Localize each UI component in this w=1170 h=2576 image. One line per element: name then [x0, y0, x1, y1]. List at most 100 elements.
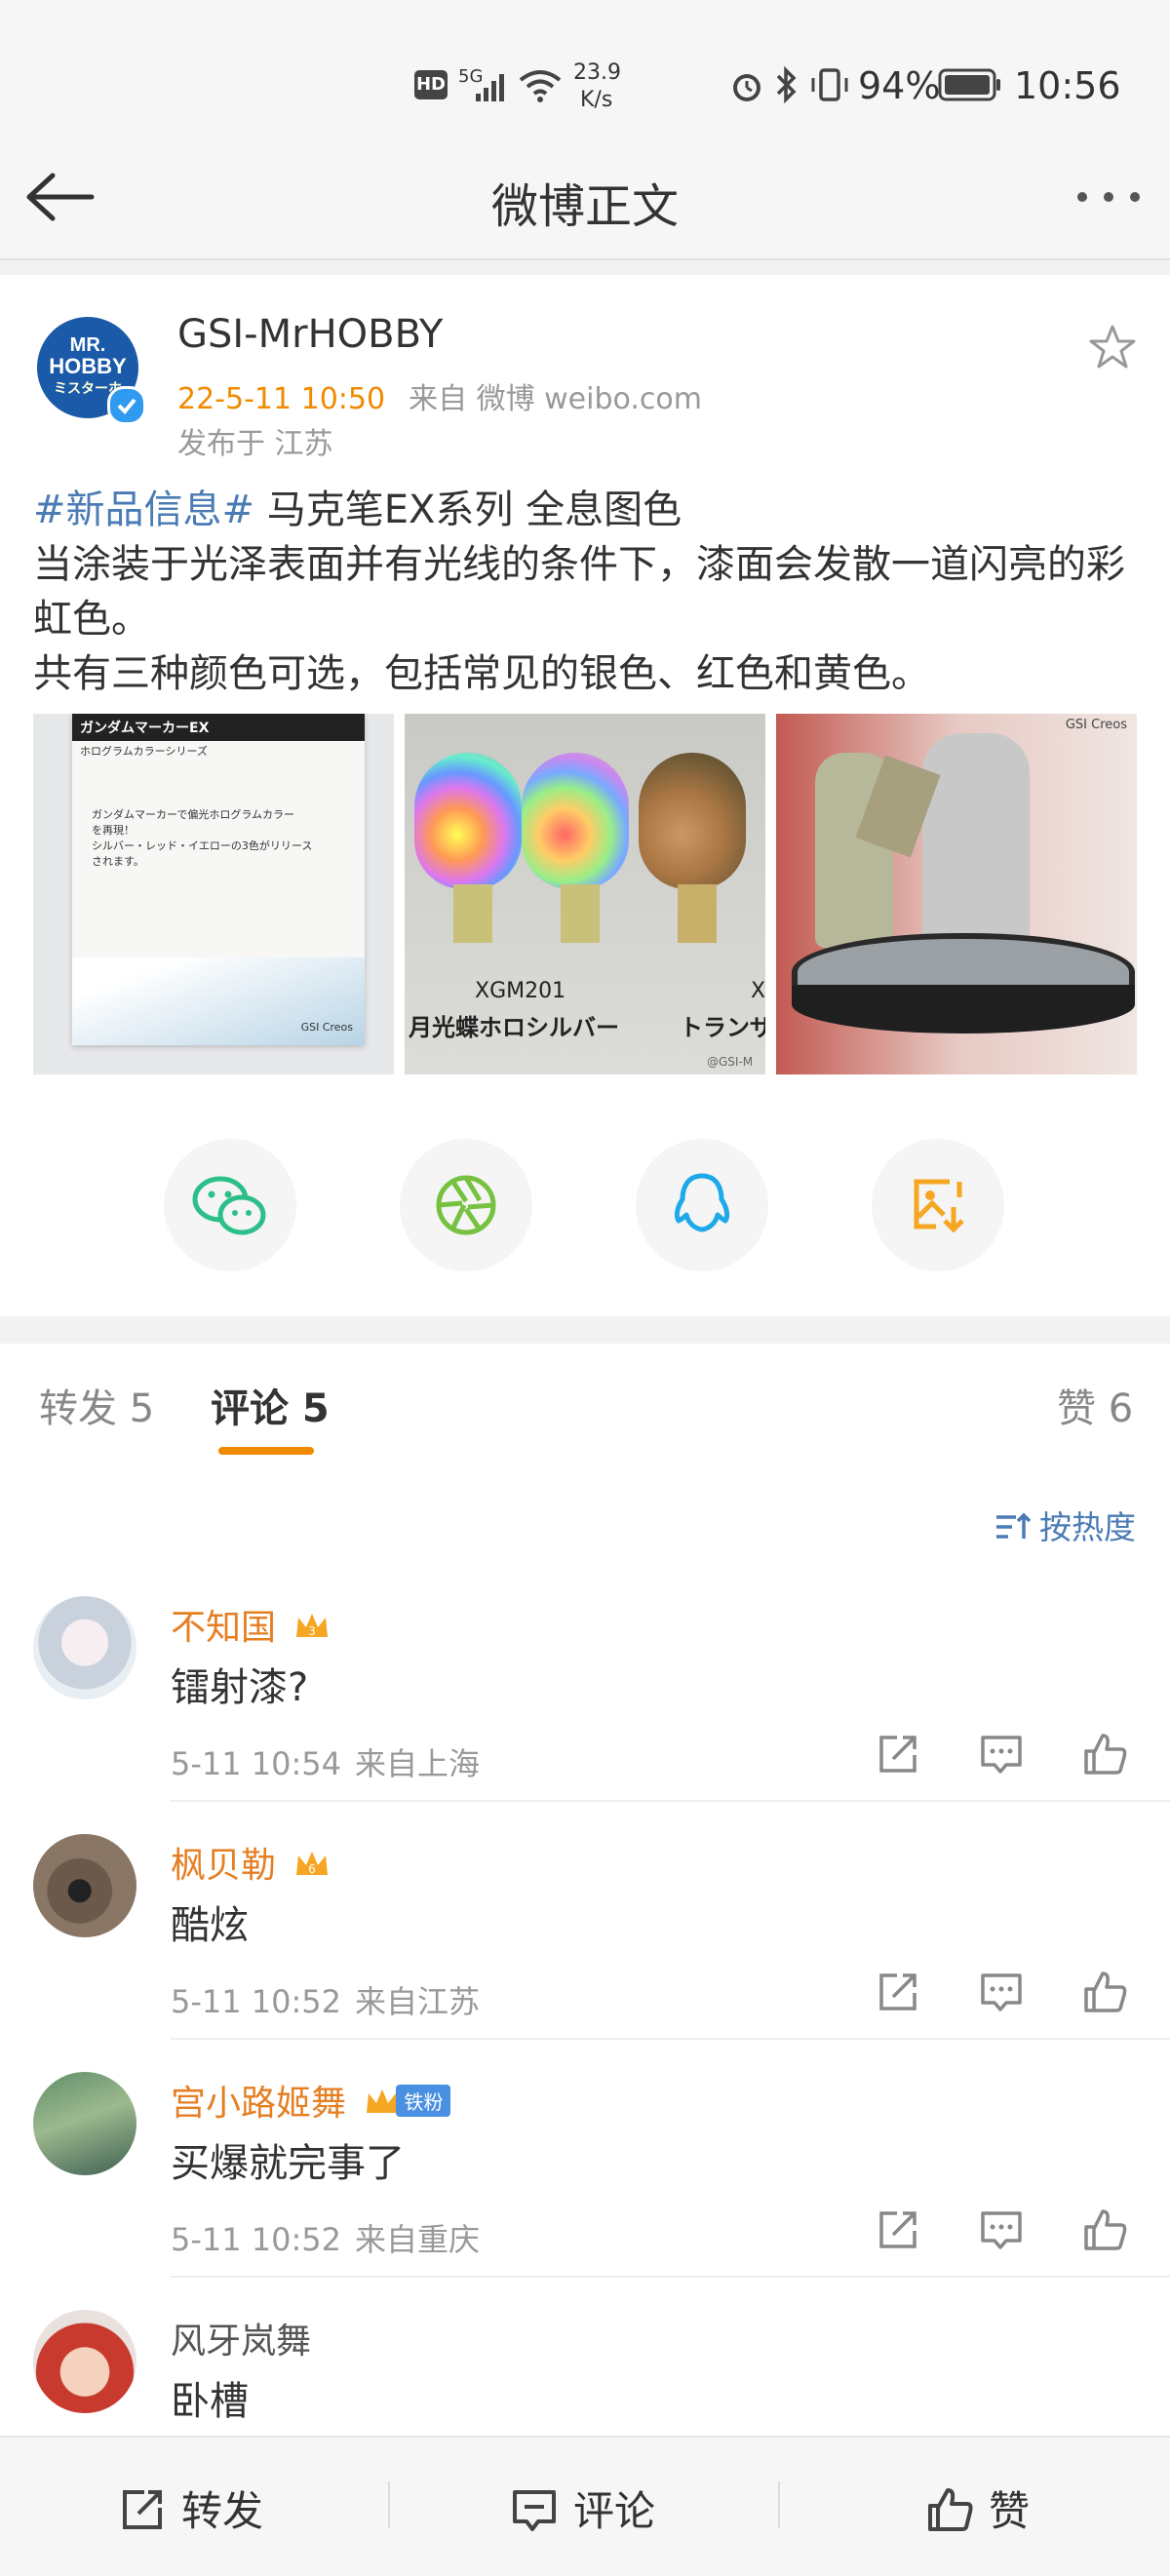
image1-brand: GSI Creos	[300, 1021, 353, 1034]
comment-like-icon[interactable]	[1082, 1970, 1127, 2014]
comment-location: 来自重庆	[355, 2221, 481, 2258]
image2-code2: X	[751, 979, 765, 1003]
post-image-1[interactable]: ガンダムマーカーEX ホログラムカラーシリーズ ガンダムマーカーで偏光ホログラム…	[33, 714, 394, 1074]
share-wechat-button[interactable]	[164, 1139, 296, 1271]
comment-text: 买爆就完事了	[171, 2141, 405, 2186]
comment-username[interactable]: 不知国 3	[171, 1599, 332, 1650]
comment-divider	[171, 2276, 1170, 2278]
save-image-button[interactable]	[872, 1139, 1004, 1271]
image2-label2: トランザ	[680, 1014, 765, 1041]
avatar-logo-line2: HOBBY	[49, 354, 127, 378]
vibrate-icon	[811, 68, 848, 101]
comment-time: 5-11 10:54	[171, 1745, 342, 1782]
page-title: 微博正文	[490, 179, 679, 234]
image1-text4: されます。	[92, 855, 144, 868]
bottom-comment-button[interactable]: 评论	[509, 2478, 655, 2538]
image2-label: 月光蝶ホロシルバー	[409, 1014, 619, 1041]
thumbs-up-icon	[928, 2488, 973, 2531]
battery-icon	[938, 68, 1000, 101]
comment-username[interactable]: 枫贝勒 6	[171, 1837, 332, 1888]
comment-username[interactable]: 宫小路姬舞 铁粉	[171, 2075, 451, 2126]
image1-text2: を再現！	[92, 824, 135, 837]
wifi-icon	[519, 70, 562, 102]
post-image-3[interactable]: GSI Creos	[776, 714, 1137, 1074]
signal-icon	[476, 74, 504, 101]
net-speed-value: 23.9	[573, 60, 621, 85]
comment-text: 卧槽	[171, 2379, 249, 2424]
image1-subtitle: ホログラムカラーシリーズ	[80, 745, 208, 758]
comment-time: 5-11 10:52	[171, 2221, 342, 2258]
comment-reply-icon[interactable]	[979, 1970, 1024, 2014]
image3-brand: GSI Creos	[1065, 718, 1127, 732]
avatar-logo-line1: MR.	[69, 334, 106, 356]
comment-time: 5-11 10:52	[171, 1983, 342, 2020]
tab-comment[interactable]: 评论 5	[211, 1377, 330, 1433]
image2-watermark: @GSI-M	[707, 1055, 754, 1069]
sort-hot-button[interactable]: 按热度	[994, 1502, 1136, 1548]
svg-text:3: 3	[309, 1624, 317, 1638]
share-qq-button[interactable]	[636, 1139, 768, 1271]
comment-repost-icon[interactable]	[876, 2207, 920, 2252]
comment-username[interactable]: 风牙岚舞	[171, 2313, 311, 2363]
comment-like-icon[interactable]	[1082, 1732, 1127, 1776]
post-image-2[interactable]: XGM201 X 月光蝶ホロシルバー トランザ @GSI-M	[405, 714, 765, 1074]
comment-reply-icon[interactable]	[979, 2207, 1024, 2252]
post-location: 发布于 江苏	[177, 427, 333, 461]
crown-badge-icon: 6	[292, 1846, 332, 1881]
comment-reply-icon[interactable]	[979, 1732, 1024, 1776]
post-source: 来自 微博 weibo.com	[409, 382, 702, 416]
comment-repost-icon[interactable]	[876, 1732, 920, 1776]
comment-icon	[513, 2490, 556, 2531]
comment-like-icon[interactable]	[1082, 2207, 1127, 2252]
hashtag-link[interactable]: #新品信息#	[33, 488, 254, 532]
author-name[interactable]: GSI-MrHOBBY	[177, 312, 443, 357]
hd-indicator: HD	[414, 70, 448, 99]
more-icon[interactable]	[1074, 187, 1143, 207]
crown-badge-icon: 3	[292, 1608, 332, 1643]
comment-divider	[171, 2038, 1170, 2040]
image2-code: XGM201	[475, 979, 566, 1003]
bottom-repost-button[interactable]: 转发	[117, 2478, 263, 2538]
comment-repost-icon[interactable]	[876, 1970, 920, 2014]
comment-text: 酷炫	[171, 1903, 249, 1948]
svg-text:6: 6	[309, 1862, 317, 1876]
net-speed-unit: K/s	[580, 88, 613, 112]
image1-text1: ガンダムマーカーで偏光ホログラムカラー	[92, 808, 295, 821]
bottom-repost-label: 转发	[181, 2487, 264, 2535]
comment-avatar[interactable]	[33, 1834, 136, 1937]
tab-active-indicator	[218, 1447, 314, 1455]
post-line3: 共有三种颜色可选，包括常见的银色、红色和黄色。	[33, 651, 930, 696]
comment-location: 来自江苏	[355, 1983, 481, 2020]
clock: 10:56	[1014, 64, 1121, 107]
repost-icon	[123, 2490, 162, 2529]
share-moments-button[interactable]	[400, 1139, 532, 1271]
post-body: #新品信息# 马克笔EX系列 全息图色 当涂装于光泽表面并有光线的条件下，漆面会…	[33, 483, 1145, 701]
qq-penguin-icon	[674, 1173, 730, 1232]
bottom-like-button[interactable]: 赞	[924, 2478, 1030, 2538]
tab-like[interactable]: 赞 6	[1057, 1377, 1133, 1433]
comment-avatar[interactable]	[33, 2310, 136, 2413]
comment-divider	[171, 1800, 1170, 1802]
save-image-icon	[914, 1179, 964, 1233]
bottom-like-label: 赞	[989, 2487, 1031, 2535]
wechat-icon	[192, 1176, 266, 1235]
post-line1: 马克笔EX系列 全息图色	[254, 488, 682, 532]
tab-repost[interactable]: 转发 5	[39, 1377, 154, 1433]
comment-avatar[interactable]	[33, 1596, 136, 1699]
tab-bar	[0, 1344, 1170, 1464]
comment-location: 来自上海	[355, 1745, 481, 1782]
bottom-separator	[778, 2481, 780, 2528]
bluetooth-icon	[776, 65, 797, 104]
comment-avatar[interactable]	[33, 2072, 136, 2175]
battery-percent: 94%	[858, 64, 941, 107]
post-time: 22-5-11 10:50	[177, 382, 386, 416]
image1-text3: シルバー・レッド・イエローの3色がリリース	[92, 839, 313, 852]
bottom-separator	[388, 2481, 390, 2528]
sort-label: 按热度	[1039, 1508, 1136, 1546]
comment-text: 镭射漆?	[171, 1665, 309, 1710]
verified-badge-icon	[107, 386, 146, 425]
sort-icon	[996, 1512, 1032, 1539]
fan-badge: 铁粉	[396, 2085, 451, 2117]
star-favorite-icon[interactable]	[1088, 324, 1137, 371]
post-line2: 当涂装于光泽表面并有光线的条件下，漆面会发散一道闪亮的彩虹色。	[33, 542, 1125, 642]
